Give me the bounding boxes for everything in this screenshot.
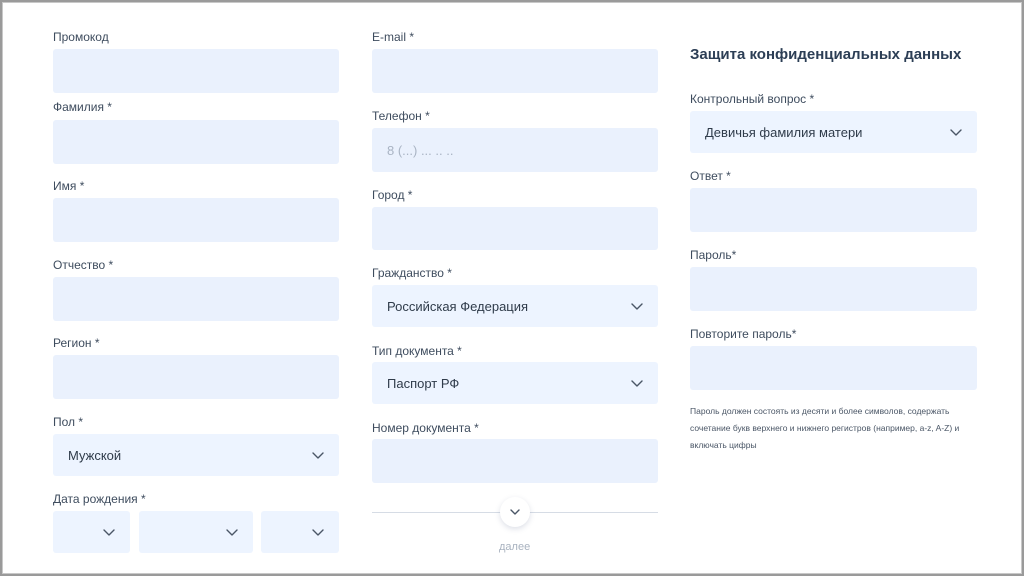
birth-year-select[interactable] xyxy=(261,511,339,553)
birthdate-label: Дата рождения * xyxy=(53,492,146,506)
email-input[interactable] xyxy=(372,49,658,93)
patronymic-input[interactable] xyxy=(53,277,339,321)
chevron-down-icon xyxy=(630,376,644,390)
citizenship-select[interactable]: Российская Федерация xyxy=(372,285,658,327)
chevron-down-icon xyxy=(311,525,325,539)
answer-label: Ответ * xyxy=(690,169,731,183)
promo-label: Промокод xyxy=(53,30,109,44)
citizenship-value: Российская Федерация xyxy=(387,298,529,314)
chevron-down-icon xyxy=(949,125,963,139)
city-label: Город * xyxy=(372,188,413,202)
doctype-value: Паспорт РФ xyxy=(387,375,460,391)
region-label: Регион * xyxy=(53,336,100,350)
firstname-input[interactable] xyxy=(53,198,339,242)
gender-label: Пол * xyxy=(53,415,84,429)
gender-value: Мужской xyxy=(68,447,122,463)
chevron-down-icon xyxy=(102,525,116,539)
password-input[interactable] xyxy=(690,267,977,311)
repeat-password-label: Повторите пароль* xyxy=(690,327,797,341)
birth-day-select[interactable] xyxy=(53,511,130,553)
firstname-label: Имя * xyxy=(53,179,85,193)
more-button[interactable] xyxy=(500,497,530,527)
doctype-select[interactable]: Паспорт РФ xyxy=(372,362,658,404)
chevron-down-icon xyxy=(311,448,325,462)
repeat-password-input[interactable] xyxy=(690,346,977,390)
question-label: Контрольный вопрос * xyxy=(690,92,815,106)
lastname-label: Фамилия * xyxy=(53,100,112,114)
section-title: Защита конфиденциальных данных xyxy=(690,46,962,63)
email-label: E-mail * xyxy=(372,30,415,44)
phone-input[interactable] xyxy=(372,128,658,172)
region-input[interactable] xyxy=(53,355,339,399)
birth-month-select[interactable] xyxy=(139,511,253,553)
chevron-down-icon xyxy=(225,525,239,539)
gender-select[interactable]: Мужской xyxy=(53,434,339,476)
question-value: Девичья фамилия матери xyxy=(705,124,863,140)
chevron-down-icon xyxy=(508,505,522,519)
promo-input[interactable] xyxy=(53,49,339,93)
patronymic-label: Отчество * xyxy=(53,258,114,272)
chevron-down-icon xyxy=(630,299,644,313)
password-hint: Пароль должен состоять из десяти и более… xyxy=(690,406,960,450)
doctype-label: Тип документа * xyxy=(372,344,462,358)
citizenship-label: Гражданство * xyxy=(372,266,452,280)
password-label: Пароль* xyxy=(690,248,737,262)
docnumber-label: Номер документа * xyxy=(372,421,479,435)
question-select[interactable]: Девичья фамилия матери xyxy=(690,111,977,153)
answer-input[interactable] xyxy=(690,188,977,232)
more-label[interactable]: далее xyxy=(499,541,530,553)
docnumber-input[interactable] xyxy=(372,439,658,483)
phone-label: Телефон * xyxy=(372,109,430,123)
lastname-input[interactable] xyxy=(53,120,339,164)
city-input[interactable] xyxy=(372,207,658,250)
